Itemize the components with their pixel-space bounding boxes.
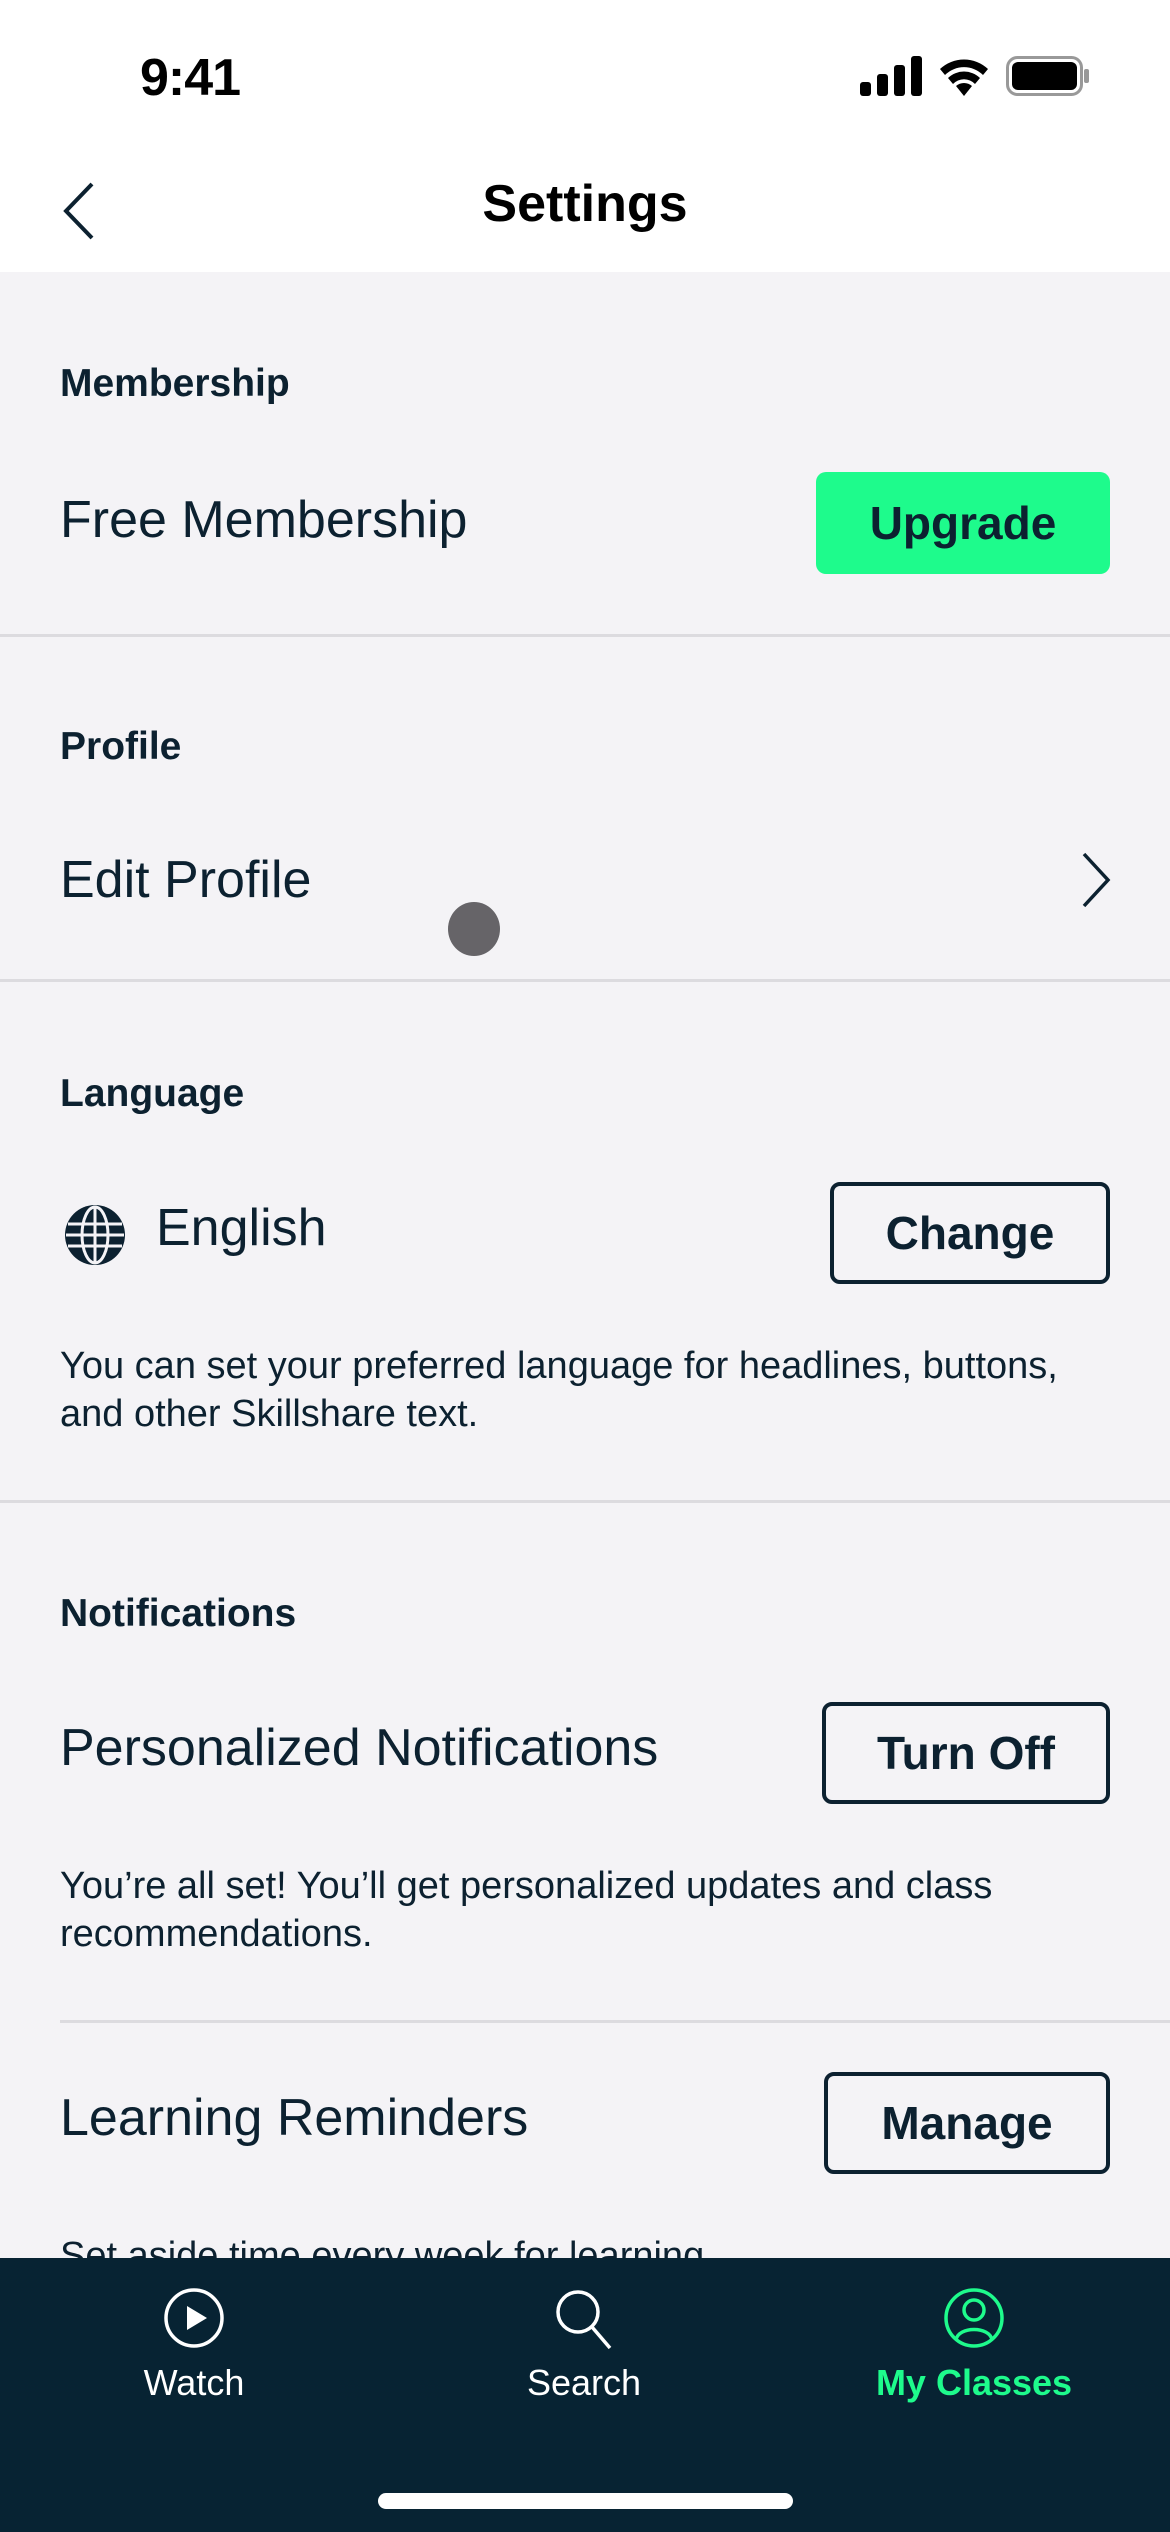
tab-label: My Classes xyxy=(875,2362,1073,2403)
page-title: Settings xyxy=(482,175,688,233)
wifi-icon xyxy=(940,59,988,96)
settings-content[interactable]: Membership Free Membership Upgrade Profi… xyxy=(0,272,1170,2258)
personalized-notifications-description: You’re all set! You’ll get personalized … xyxy=(60,1865,993,1955)
personalized-notifications-label: Personalized Notifications xyxy=(60,1719,659,1777)
upgrade-button[interactable]: Upgrade xyxy=(816,472,1110,574)
tab-label: Watch xyxy=(143,2362,245,2403)
section-header-language: Language xyxy=(60,1072,245,1115)
status-bar: 9:41 xyxy=(0,0,1170,150)
battery-icon xyxy=(1006,56,1089,96)
change-language-button[interactable]: Change xyxy=(830,1182,1110,1284)
status-icons xyxy=(860,56,1090,96)
language-description: You can set your preferred language for … xyxy=(60,1345,1058,1435)
learning-reminders-description: Set aside time every week for learning. xyxy=(60,2235,715,2258)
language-value: English xyxy=(156,1199,327,1257)
nav-bar: Settings xyxy=(0,150,1170,272)
divider xyxy=(0,1500,1170,1503)
section-header-profile: Profile xyxy=(60,725,182,768)
edit-profile-chevron[interactable] xyxy=(1076,850,1116,910)
free-membership-label: Free Membership xyxy=(60,491,468,549)
tab-watch[interactable]: Watch xyxy=(44,2286,344,2426)
section-header-notifications: Notifications xyxy=(60,1592,297,1635)
turn-off-notifications-button[interactable]: Turn Off xyxy=(822,1702,1110,1804)
tab-label: Search xyxy=(526,2362,642,2403)
tab-bar: Watch Search My Classes xyxy=(0,2258,1170,2532)
touch-indicator xyxy=(448,902,500,956)
tab-my-classes[interactable]: My Classes xyxy=(824,2286,1124,2426)
profile-section: Profile xyxy=(0,637,1170,980)
play-circle-icon xyxy=(164,2288,224,2348)
membership-section: Membership Free Membership Upgrade xyxy=(0,272,1170,636)
divider xyxy=(0,979,1170,982)
section-header-membership: Membership xyxy=(60,362,290,405)
home-indicator xyxy=(378,2493,793,2509)
cellular-signal-icon xyxy=(860,56,922,96)
chevron-right-icon xyxy=(1082,852,1111,908)
globe-icon xyxy=(65,1205,125,1265)
divider xyxy=(60,2020,1170,2023)
status-time: 9:41 xyxy=(140,49,241,107)
search-icon xyxy=(556,2290,612,2350)
learning-reminders-label: Learning Reminders xyxy=(60,2089,529,2147)
tab-search[interactable]: Search xyxy=(434,2286,734,2426)
manage-reminders-button[interactable]: Manage xyxy=(824,2072,1110,2174)
edit-profile-row[interactable]: Edit Profile xyxy=(60,850,311,910)
user-circle-icon xyxy=(944,2288,1004,2348)
